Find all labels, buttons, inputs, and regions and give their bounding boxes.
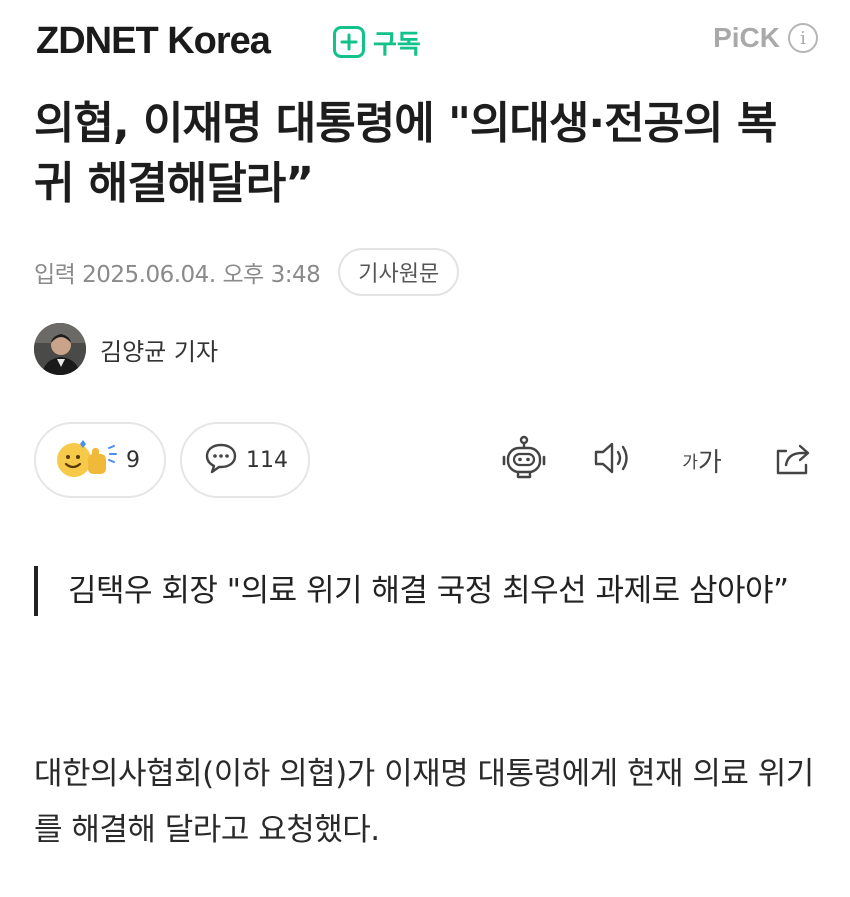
comment-count: 114 (246, 447, 288, 473)
reporter-byline[interactable]: 김양균 기자 (34, 322, 218, 376)
article-meta: 입력 2025.06.04. 오후 3:48 기사원문 (34, 248, 460, 296)
site-logo[interactable]: ZDNET Korea (36, 18, 271, 64)
avatar (34, 323, 86, 375)
publish-date: 입력 2025.06.04. 오후 3:48 (34, 262, 321, 288)
robot-icon (500, 435, 548, 485)
reaction-button[interactable]: 9 (34, 422, 166, 498)
subscribe-label: 구독 (373, 29, 421, 60)
plus-icon (333, 26, 365, 58)
reporter-name: 김양균 기자 (100, 337, 219, 366)
comment-button[interactable]: 114 (180, 422, 310, 498)
info-icon[interactable]: i (788, 23, 818, 53)
pick-badge[interactable]: PiCK i (713, 22, 818, 54)
reaction-count: 9 (126, 447, 140, 473)
brand-name: ZDNET Korea (36, 20, 271, 62)
font-size-button[interactable]: 가가 (672, 438, 732, 482)
article-subheading: 김택우 회장 "의료 위기 해결 국정 최우선 과제로 삼아야” (34, 566, 794, 616)
subscribe-button[interactable]: 구독 (333, 20, 421, 64)
pick-label: PiCK (713, 22, 780, 53)
share-button[interactable] (770, 438, 816, 482)
article-headline: 의협, 이재명 대통령에 "의대생·전공의 복귀 해결해달라” (34, 98, 777, 209)
original-article-button[interactable]: 기사원문 (338, 248, 460, 296)
site-header: ZDNET Korea 구독 PiCK i (0, 0, 850, 84)
summary-button[interactable] (498, 435, 550, 485)
speech-bubble-icon (204, 442, 238, 478)
font-size-large-label: 가 (697, 447, 722, 478)
original-article-label: 기사원문 (358, 262, 440, 287)
share-icon (772, 439, 814, 481)
font-size-small-label: 가 (682, 452, 698, 473)
article-actions: 9 114 가 가 (0, 420, 850, 504)
speaker-icon (592, 440, 634, 480)
info-glyph: i (800, 27, 806, 49)
article-body: 대한의사협회(이하 의협)가 이재명 대통령에게 현재 의료 위기를 해결해 달… (34, 756, 814, 848)
listen-button[interactable] (590, 438, 636, 482)
smile-thumbs-icon (54, 436, 118, 484)
